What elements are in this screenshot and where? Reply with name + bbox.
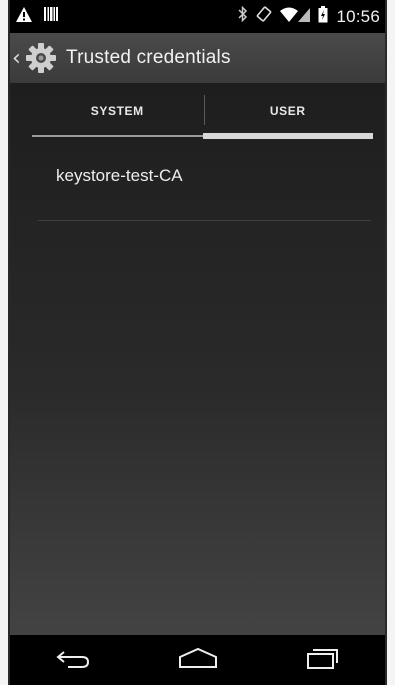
barcode-icon: [44, 7, 58, 26]
recents-icon: [306, 647, 340, 674]
signal-icon: [298, 7, 311, 27]
settings-gear-icon[interactable]: [24, 41, 58, 75]
up-caret-icon[interactable]: ‹: [12, 46, 22, 71]
warning-icon: [16, 6, 32, 27]
tab-user[interactable]: USER: [202, 83, 374, 139]
credential-name: keystore-test-CA: [56, 166, 183, 185]
navigation-bar: [10, 635, 385, 685]
wifi-icon: [280, 7, 299, 27]
device-frame-right: [385, 0, 395, 685]
tab-system[interactable]: SYSTEM: [32, 83, 203, 139]
device-screen: 10:56 ‹ Trusted credentials SYSTEM USER …: [0, 0, 395, 685]
home-button[interactable]: [168, 640, 228, 680]
home-icon: [178, 647, 218, 674]
device-frame-left: [0, 0, 10, 685]
battery-icon: [318, 5, 328, 28]
status-bar: 10:56: [10, 0, 385, 33]
status-clock: 10:56: [336, 6, 380, 26]
bluetooth-icon: [238, 5, 248, 27]
back-button[interactable]: [43, 640, 103, 680]
back-icon: [55, 648, 90, 673]
content-area: SYSTEM USER keystore-test-CA: [10, 83, 385, 635]
action-bar: ‹ Trusted credentials: [10, 33, 385, 83]
recents-button[interactable]: [293, 640, 353, 680]
credential-list-item[interactable]: keystore-test-CA: [38, 139, 371, 221]
tab-user-label: USER: [269, 104, 306, 118]
page-title: Trusted credentials: [66, 47, 231, 68]
tab-system-label: SYSTEM: [90, 104, 144, 118]
rotate-icon: [256, 6, 272, 27]
tab-bar: SYSTEM USER: [32, 83, 373, 139]
